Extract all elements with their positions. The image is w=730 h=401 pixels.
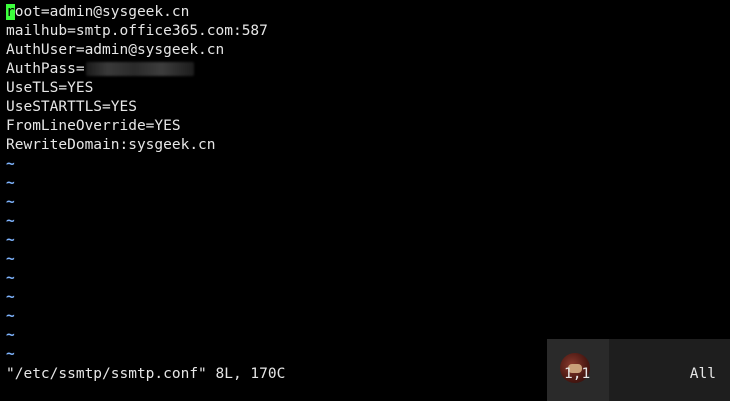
line-text: AuthPass= — [6, 61, 85, 77]
buffer-line-8[interactable]: RewriteDomain:sysgeek.cn — [6, 136, 730, 155]
empty-line-marker: ~ — [6, 194, 15, 210]
empty-line-marker: ~ — [6, 289, 15, 305]
buffer-line-5[interactable]: UseTLS=YES — [6, 79, 730, 98]
text-cursor: r — [6, 4, 15, 20]
line-text: mailhub=smtp.office365.com:587 — [6, 23, 268, 39]
empty-line-marker: ~ — [6, 232, 15, 248]
status-message: "/etc/ssmtp/ssmtp.conf" 8L, 170C — [6, 366, 286, 382]
empty-line-marker: ~ — [6, 270, 15, 286]
cursor-position: 1,1 — [564, 366, 591, 382]
buffer-line-3[interactable]: AuthUser=admin@sysgeek.cn — [6, 41, 730, 60]
buffer-line-2[interactable]: mailhub=smtp.office365.com:587 — [6, 22, 730, 41]
line-text: UseSTARTTLS=YES — [6, 99, 137, 115]
redacted-password-blur — [85, 62, 194, 76]
line-text: oot=admin@sysgeek.cn — [14, 4, 190, 20]
scroll-position: All — [689, 366, 716, 382]
buffer-line-1[interactable]: root=admin@sysgeek.cn — [6, 3, 730, 22]
empty-line-marker: ~ — [6, 175, 15, 191]
buffer-line-6[interactable]: UseSTARTTLS=YES — [6, 98, 730, 117]
empty-line-marker: ~ — [6, 213, 15, 229]
editor-buffer[interactable]: root=admin@sysgeek.cn mailhub=smtp.offic… — [6, 3, 730, 364]
buffer-line-4[interactable]: AuthPass= — [6, 60, 730, 79]
empty-lines: ~ ~ ~ ~ ~ ~ ~ ~ ~ ~ ~ — [6, 155, 730, 364]
line-text: FromLineOverride=YES — [6, 118, 181, 134]
empty-line-marker: ~ — [6, 251, 15, 267]
line-text: UseTLS=YES — [6, 80, 94, 96]
terminal-window[interactable]: root=admin@sysgeek.cn mailhub=smtp.offic… — [0, 0, 730, 401]
empty-line-marker: ~ — [6, 156, 15, 172]
buffer-line-7[interactable]: FromLineOverride=YES — [6, 117, 730, 136]
line-text: AuthUser=admin@sysgeek.cn — [6, 42, 225, 58]
empty-line-marker: ~ — [6, 308, 15, 324]
line-text: RewriteDomain:sysgeek.cn — [6, 137, 216, 153]
